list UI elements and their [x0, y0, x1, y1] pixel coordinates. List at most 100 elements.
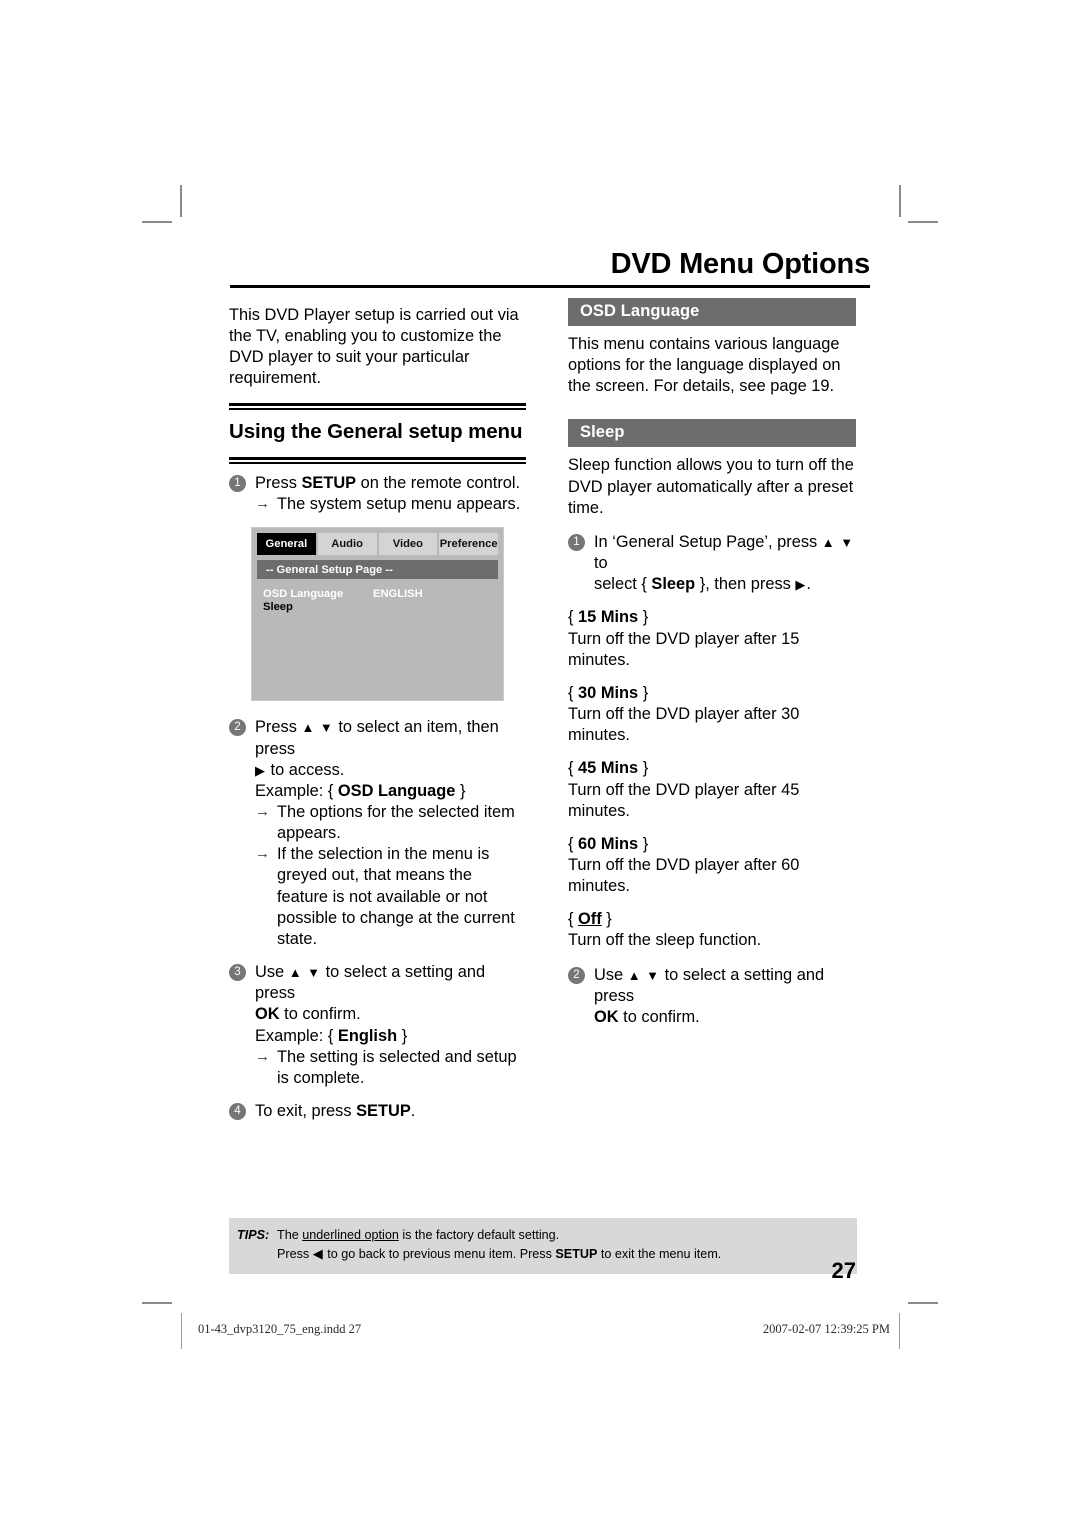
osd-screenshot: General Audio Video Preference -- Genera… [251, 527, 504, 702]
sleep-option-15-name: 15 Mins [578, 608, 639, 627]
slug-rule-left [181, 1313, 182, 1349]
tips-label-spacer [229, 1245, 277, 1264]
osd-tab-video[interactable]: Video [378, 533, 438, 556]
sleep-step-1-line2-b: }, then press [699, 575, 796, 594]
step-1: 1 Press SETUP on the remote control. → T… [229, 473, 526, 515]
right-arrow-icon: ▶ [255, 762, 266, 778]
step-number-badge: 2 [568, 966, 585, 984]
brace-open: { [568, 608, 574, 627]
step-3: 3 Use ▲ ▼ to select a setting and press … [229, 962, 526, 1089]
osd-language-body: This menu contains various language opti… [568, 335, 841, 396]
osd-row-sleep[interactable]: Sleep [263, 601, 503, 613]
sleep-option-60-desc: Turn off the DVD player after 60 minutes… [568, 855, 800, 896]
osd-row-value: ENGLISH [373, 588, 423, 601]
right-column: OSD Language This menu contains various … [568, 298, 856, 1040]
brace-open: { [568, 910, 574, 929]
tips-2-c: to exit the menu item. [597, 1246, 722, 1261]
sleep-option-45-title: { 45 Mins } [568, 758, 856, 779]
step-4-text-after: . [410, 1102, 416, 1120]
left-column: This DVD Player setup is carried out via… [229, 305, 526, 1134]
sleep-step-1-line2: select { Sleep }, then press ▶. [594, 574, 856, 595]
step-2: 2 Press ▲ ▼ to select an item, then pres… [229, 717, 526, 950]
step-1-sub-1: → The system setup menu appears. [255, 494, 526, 515]
example-suffix: } [401, 1026, 408, 1045]
sleep-step-2-line2: OK to confirm. [594, 1007, 856, 1028]
osd-page-bar: -- General Setup Page -- [257, 560, 498, 580]
arrow-icon: → [255, 845, 270, 863]
right-arrow-icon: ▶ [795, 577, 807, 593]
section-bar-osd-language: OSD Language [568, 298, 856, 326]
tips-text-1: The underlined option is the factory def… [277, 1227, 857, 1245]
arrow-icon: → [255, 495, 270, 513]
osd-tab-bar: General Audio Video Preference [257, 533, 498, 556]
brace-open: { [568, 759, 574, 778]
brace-close: } [642, 834, 649, 853]
example-value: English [337, 1026, 398, 1045]
step-1-bold-key: SETUP [301, 474, 357, 493]
crop-mark-top-right-vertical [899, 185, 901, 217]
osd-row-osd-language[interactable]: OSD Language ENGLISH [263, 588, 503, 600]
sleep-key-label: Sleep [651, 575, 696, 594]
brace-open: { [568, 683, 574, 702]
sleep-option-30-name: 30 Mins [578, 683, 639, 702]
step-number-badge: 2 [229, 719, 246, 737]
page-number: 27 [831, 1258, 856, 1283]
ok-key-label: OK [255, 1005, 280, 1024]
example-prefix: Example: { [255, 781, 334, 800]
step-3-sub-1: → The setting is selected and setup is c… [255, 1047, 526, 1089]
step-2-line2-b: to access. [266, 760, 345, 779]
step-4-text-before: To exit, press [255, 1102, 357, 1120]
osd-row-label: OSD Language [263, 588, 344, 601]
osd-tab-general[interactable]: General [257, 533, 316, 556]
sleep-step-2: 2 Use ▲ ▼ to select a setting and press … [568, 965, 856, 1028]
up-down-arrow-icon: ▲ ▼ [301, 720, 334, 736]
section-bar-sleep: Sleep [568, 419, 856, 448]
osd-tab-preference[interactable]: Preference [439, 533, 498, 556]
slug-rule-right [899, 1313, 900, 1349]
example-suffix: } [459, 781, 466, 800]
step-2-sub-1: → The options for the selected item appe… [255, 802, 526, 844]
sleep-option-30-desc: Turn off the DVD player after 30 minutes… [568, 705, 800, 745]
tips-2-a: Press [277, 1246, 313, 1261]
step-2-sub-2-text: If the selection in the menu is greyed o… [277, 845, 515, 948]
sleep-option-60-title: { 60 Mins } [568, 834, 856, 855]
slug-filename: 01-43_dvp3120_75_eng.indd 27 [198, 1322, 362, 1336]
sleep-option-off-name: Off [578, 910, 602, 929]
brace-close: } [642, 608, 649, 627]
step-number-badge: 1 [229, 475, 246, 493]
step-2-sub-2: → If the selection in the menu is greyed… [255, 844, 526, 950]
left-arrow-icon: ◀ [312, 1245, 324, 1261]
step-4: 4 To exit, press SETUP. [229, 1101, 526, 1122]
step-2-line1-a: Press [255, 718, 302, 737]
step-2-example: Example: { OSD Language } [255, 781, 526, 802]
sleep-step-2-line1-a: Use [594, 965, 628, 984]
tips-row-1: TIPS: The underlined option is the facto… [229, 1227, 857, 1245]
sleep-step-2-line2-b: to confirm. [618, 1007, 700, 1026]
sleep-option-45-name: 45 Mins [578, 759, 639, 778]
tips-setup-key: SETUP [555, 1246, 598, 1261]
brace-close: } [606, 910, 612, 929]
step-3-example: Example: { English } [255, 1026, 526, 1047]
sleep-option-off-title: { Off } [568, 909, 856, 930]
osd-row-label: Sleep [263, 601, 293, 614]
sleep-option-30-title: { 30 Mins } [568, 683, 856, 704]
brace-close: } [642, 759, 649, 778]
sleep-step-1: 1 In ‘General Setup Page’, press ▲ ▼ to … [568, 532, 856, 595]
sleep-body: Sleep function allows you to turn off th… [568, 456, 854, 517]
sleep-option-60-name: 60 Mins [578, 834, 639, 853]
brace-close: } [642, 683, 649, 702]
sleep-option-15-desc: Turn off the DVD player after 15 minutes… [568, 629, 800, 669]
crop-mark-top-left-vertical [180, 185, 182, 217]
step-3-line1-a: Use [255, 963, 289, 982]
tips-underlined-option: underlined option [302, 1228, 399, 1242]
osd-row-list: OSD Language ENGLISH Sleep [252, 579, 503, 613]
example-value: OSD Language [337, 781, 456, 800]
arrow-icon: → [255, 1047, 270, 1065]
sleep-step-1-line2-end: . [806, 575, 811, 594]
tips-box: TIPS: The underlined option is the facto… [229, 1218, 857, 1274]
osd-tab-audio[interactable]: Audio [317, 533, 377, 556]
sleep-option-45-desc: Turn off the DVD player after 45 minutes… [568, 780, 800, 820]
intro-paragraph: This DVD Player setup is carried out via… [229, 306, 519, 388]
step-3-line2: OK to confirm. [255, 1004, 526, 1025]
crop-mark-top-right-horizontal [908, 221, 938, 223]
